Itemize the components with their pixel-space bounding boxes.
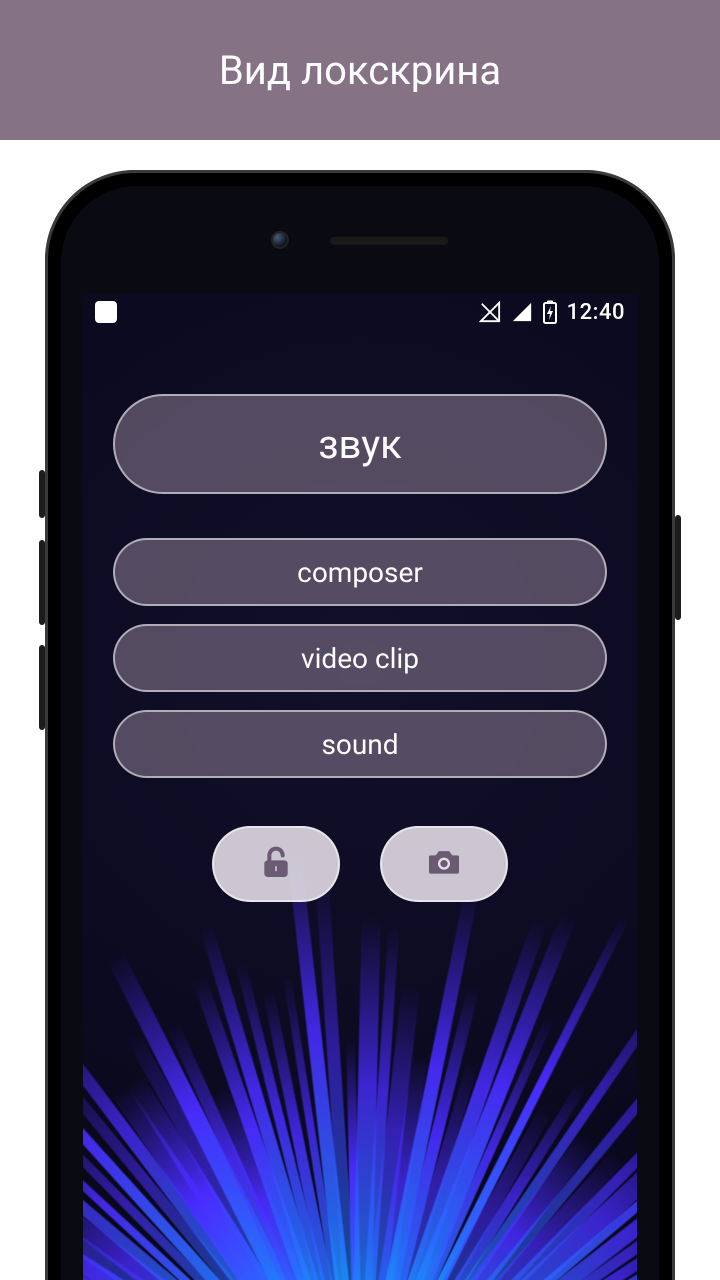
option-pill-1[interactable]: video clip [113, 624, 607, 692]
speaker-slot-icon [329, 235, 449, 245]
top-banner: Вид локскрина [0, 0, 720, 140]
front-camera-icon [271, 231, 289, 249]
unlock-button[interactable] [212, 826, 340, 902]
phone-bezel: 12:40 звук composer video clip sound [61, 186, 659, 1280]
phone-side-button [39, 645, 45, 730]
lockscreen-content: звук composer video clip sound [83, 394, 637, 902]
camera-button[interactable] [380, 826, 508, 902]
no-signal-icon [479, 301, 501, 323]
cell-signal-icon [511, 301, 533, 323]
phone-side-button [39, 470, 45, 518]
phone-side-button [675, 515, 681, 620]
primary-word-label: звук [318, 421, 402, 468]
stage: 12:40 звук composer video clip sound [0, 140, 720, 1280]
camera-icon [424, 842, 464, 886]
phone-side-button [39, 540, 45, 625]
phone-frame: 12:40 звук composer video clip sound [45, 170, 675, 1280]
notification-icon [95, 301, 117, 323]
unlock-icon [256, 842, 296, 886]
status-bar: 12:40 [83, 294, 637, 330]
action-row [212, 826, 508, 902]
status-time: 12:40 [567, 300, 625, 325]
option-label: composer [297, 556, 423, 589]
battery-charging-icon [543, 300, 557, 324]
option-label: sound [321, 728, 398, 761]
option-pill-2[interactable]: sound [113, 710, 607, 778]
phone-earpiece-area [61, 186, 659, 294]
banner-title: Вид локскрина [219, 47, 501, 94]
option-pill-0[interactable]: composer [113, 538, 607, 606]
phone-screen: 12:40 звук composer video clip sound [83, 294, 637, 1280]
option-label: video clip [301, 642, 419, 675]
primary-word-pill[interactable]: звук [113, 394, 607, 494]
